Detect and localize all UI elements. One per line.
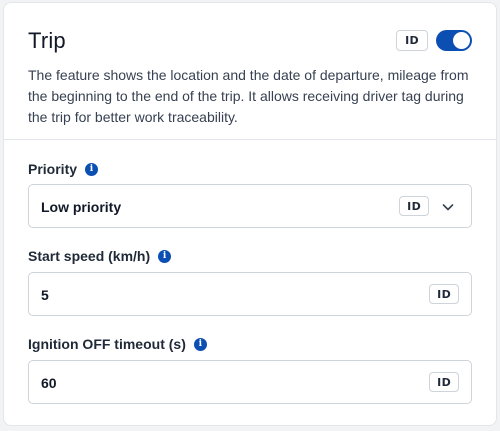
ignition-timeout-label-row: Ignition OFF timeout (s) i (28, 336, 207, 352)
card-title: Trip (28, 28, 66, 53)
priority-select[interactable]: Low priority ID (28, 184, 472, 228)
start-speed-id-badge[interactable]: ID (429, 284, 459, 304)
trip-card: Trip ID The feature shows the location a… (3, 2, 497, 426)
enable-toggle[interactable] (436, 30, 472, 51)
ignition-timeout-value: 60 (41, 375, 57, 391)
start-speed-label-row: Start speed (km/h) i (28, 248, 172, 264)
priority-label-row: Priority i (28, 161, 99, 177)
id-badge[interactable]: ID (396, 30, 428, 51)
ignition-timeout-id-badge[interactable]: ID (429, 372, 459, 392)
chevron-down-icon[interactable] (440, 199, 456, 215)
ignition-timeout-input[interactable]: 60 ID (28, 360, 472, 404)
start-speed-value: 5 (41, 287, 49, 303)
info-icon[interactable]: i (158, 249, 172, 263)
card-header: Trip ID The feature shows the location a… (4, 3, 496, 140)
priority-label: Priority (28, 161, 78, 177)
toggle-knob (453, 32, 470, 49)
card-description: The feature shows the location and the d… (28, 67, 469, 125)
ignition-timeout-label: Ignition OFF timeout (s) (28, 336, 186, 352)
start-speed-label: Start speed (km/h) (28, 248, 151, 264)
priority-value: Low priority (41, 199, 122, 215)
info-icon[interactable]: i (85, 162, 99, 176)
info-icon[interactable]: i (193, 337, 207, 351)
priority-id-badge[interactable]: ID (399, 196, 429, 216)
start-speed-input[interactable]: 5 ID (28, 272, 472, 316)
